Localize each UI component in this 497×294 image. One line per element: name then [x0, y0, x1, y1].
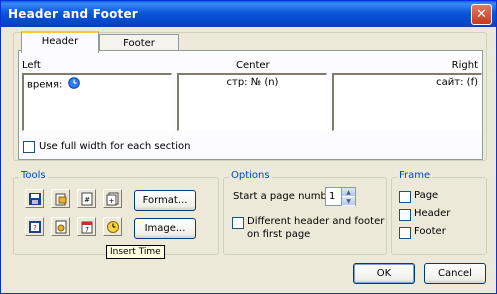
right-section-input[interactable]: сайт: (f): [332, 73, 482, 131]
file-name-button[interactable]: [51, 217, 70, 236]
open-icon: [55, 193, 67, 206]
page-number-button[interactable]: #: [77, 189, 96, 208]
frame-footer-checkbox[interactable]: [399, 227, 411, 239]
frame-group-label: Frame: [397, 170, 433, 181]
left-section-value: время:: [27, 79, 63, 91]
close-icon: ✕: [476, 7, 487, 22]
tab-footer-label: Footer: [123, 38, 155, 49]
header-tab-panel: Left Center Right время: стр: № (n) сайт…: [18, 50, 483, 160]
right-section-label: Right: [451, 60, 478, 71]
left-section-input[interactable]: время:: [22, 73, 172, 131]
spin-down-icon[interactable]: ▼: [342, 197, 355, 206]
page-number-icon: #: [81, 192, 93, 206]
total-pages-icon: +: [106, 192, 119, 206]
dialog-title: Header and Footer: [8, 7, 138, 21]
tab-header[interactable]: Header: [21, 31, 99, 53]
total-pages-button[interactable]: +: [103, 189, 122, 208]
svg-text:+: +: [109, 197, 115, 205]
format-button[interactable]: Format...: [134, 190, 196, 211]
center-section-input[interactable]: стр: № (n): [177, 73, 327, 131]
insert-time-button[interactable]: [103, 217, 122, 236]
insert-time-icon: [107, 221, 119, 233]
center-section-value: стр: № (n): [226, 77, 279, 88]
start-page-label: Start a page number: [233, 191, 338, 202]
center-section-label: Center: [236, 60, 270, 71]
svg-text:#: #: [84, 196, 90, 204]
different-first-page-label-2: on first page: [247, 229, 311, 240]
start-page-input[interactable]: 1: [325, 187, 342, 206]
frame-header-label: Header: [414, 208, 451, 219]
open-button[interactable]: [51, 189, 70, 208]
options-group-label: Options: [229, 170, 272, 181]
different-first-page-label-1: Different header and footer: [247, 216, 385, 227]
svg-text:?: ?: [33, 224, 37, 232]
tools-group-label: Tools: [19, 170, 48, 181]
insert-field-button[interactable]: ?: [25, 217, 44, 236]
use-full-width-label: Use full width for each section: [39, 141, 191, 152]
frame-footer-label: Footer: [414, 226, 446, 237]
time-field-icon: [67, 77, 80, 92]
start-page-value: 1: [329, 191, 336, 202]
frame-header-checkbox[interactable]: [399, 209, 411, 221]
spin-up-icon[interactable]: ▲: [342, 188, 355, 197]
ok-button[interactable]: OK: [353, 263, 415, 284]
save-icon: [29, 193, 41, 205]
close-button[interactable]: ✕: [471, 4, 492, 25]
svg-text:7: 7: [85, 227, 89, 234]
insert-date-icon: 7: [81, 221, 93, 234]
frame-page-checkbox[interactable]: [399, 191, 411, 203]
ok-button-label: OK: [376, 268, 392, 279]
use-full-width-checkbox[interactable]: [23, 141, 35, 153]
cancel-button-label: Cancel: [438, 268, 472, 279]
insert-time-tooltip: Insert Time: [106, 245, 165, 259]
frame-page-label: Page: [414, 190, 439, 201]
different-first-page-checkbox[interactable]: [232, 217, 244, 229]
header-footer-dialog: Header and Footer ✕ Header Footer Left C…: [0, 0, 497, 294]
left-section-label: Left: [22, 60, 41, 71]
cancel-button[interactable]: Cancel: [424, 263, 486, 284]
file-name-icon: [55, 220, 67, 234]
save-button[interactable]: [25, 189, 44, 208]
start-page-spinner[interactable]: ▲ ▼: [342, 187, 356, 206]
insert-date-button[interactable]: 7: [77, 217, 96, 236]
right-section-value: сайт: (f): [436, 77, 478, 88]
image-button-label: Image...: [144, 223, 186, 234]
tab-header-label: Header: [41, 36, 79, 47]
image-button[interactable]: Image...: [134, 218, 196, 239]
insert-field-icon: ?: [29, 221, 41, 233]
title-bar[interactable]: Header and Footer ✕: [1, 1, 496, 27]
format-button-label: Format...: [142, 195, 188, 206]
